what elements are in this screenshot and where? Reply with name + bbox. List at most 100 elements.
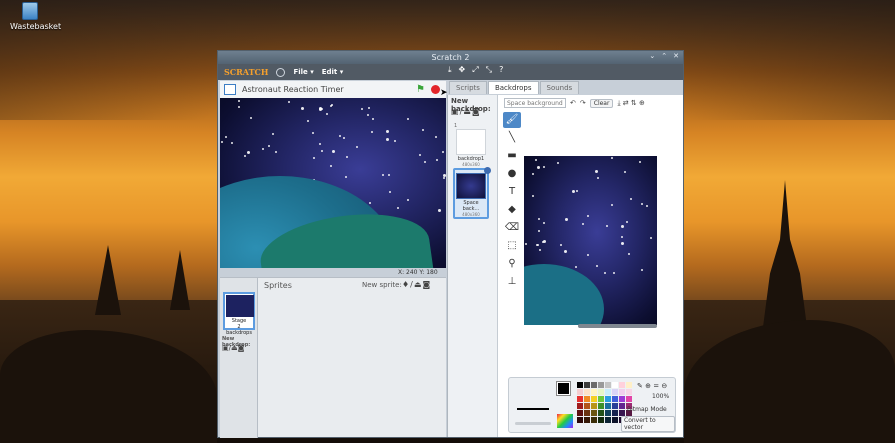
- palette-swatch[interactable]: [591, 389, 597, 395]
- palette-swatch[interactable]: [619, 382, 625, 388]
- sprite-library-icon[interactable]: ♦: [402, 280, 410, 289]
- clear-button[interactable]: Clear: [589, 98, 614, 108]
- palette-swatch[interactable]: [577, 382, 583, 388]
- palette-swatch[interactable]: [605, 389, 611, 395]
- shrink-icon[interactable]: ⤢: [472, 65, 478, 75]
- help-icon[interactable]: ?: [499, 65, 503, 75]
- palette-swatch[interactable]: [591, 410, 597, 416]
- canvas-scrollbar[interactable]: [578, 324, 657, 328]
- palette-swatch[interactable]: [584, 417, 590, 423]
- palette-swatch[interactable]: [612, 417, 618, 423]
- palette-swatch[interactable]: [605, 410, 611, 416]
- backdrop-item-selected[interactable]: Space back... 480x360: [453, 167, 491, 219]
- palette-swatch[interactable]: [577, 389, 583, 395]
- palette-swatch[interactable]: [591, 417, 597, 423]
- stage-thumbnail[interactable]: Stage 2 backdrops: [223, 292, 255, 336]
- minimize-icon[interactable]: ⌄: [649, 52, 655, 60]
- palette-swatch[interactable]: [598, 403, 604, 409]
- upload-icon[interactable]: ⏏: [231, 344, 238, 352]
- palette-swatch[interactable]: [584, 403, 590, 409]
- palette-swatch[interactable]: [612, 382, 618, 388]
- delete-icon[interactable]: ⤡: [486, 65, 492, 75]
- palette-swatch[interactable]: [619, 403, 625, 409]
- eyedropper-icon[interactable]: ✎: [637, 382, 643, 390]
- palette-swatch[interactable]: [626, 396, 632, 402]
- palette-swatch[interactable]: [591, 396, 597, 402]
- select-tool-icon[interactable]: ⬚: [503, 238, 521, 254]
- selected-color-swatch[interactable]: [557, 382, 570, 395]
- backdrop-name-input[interactable]: [504, 98, 566, 108]
- palette-swatch[interactable]: [577, 396, 583, 402]
- close-icon[interactable]: ✕: [673, 52, 679, 60]
- brush-tool-icon[interactable]: 🖌: [503, 112, 521, 128]
- undo-icon[interactable]: ↶: [570, 99, 576, 107]
- edit-menu[interactable]: Edit ▾: [322, 68, 344, 76]
- stage-size-toggle-icon[interactable]: [224, 84, 236, 95]
- palette-swatch[interactable]: [612, 396, 618, 402]
- palette-swatch[interactable]: [626, 382, 632, 388]
- scratch-logo[interactable]: SCRATCH: [224, 67, 268, 77]
- tab-backdrops[interactable]: Backdrops: [487, 81, 539, 94]
- file-menu[interactable]: File ▾: [293, 68, 313, 76]
- palette-swatch[interactable]: [619, 396, 625, 402]
- redo-icon[interactable]: ↷: [580, 99, 586, 107]
- zoom-in-icon[interactable]: ⊕: [645, 382, 651, 390]
- project-title[interactable]: Astronaut Reaction Timer: [242, 85, 410, 94]
- backdrop-camera-icon[interactable]: ◙: [472, 107, 481, 116]
- palette-swatch[interactable]: [598, 382, 604, 388]
- library-icon[interactable]: ▣: [222, 344, 229, 352]
- palette-swatch[interactable]: [577, 417, 583, 423]
- palette-swatch[interactable]: [584, 382, 590, 388]
- palette-swatch[interactable]: [591, 403, 597, 409]
- text-tool-icon[interactable]: T: [503, 184, 521, 200]
- grow-icon[interactable]: ✥: [459, 65, 466, 75]
- palette-swatch[interactable]: [598, 396, 604, 402]
- tab-scripts[interactable]: Scripts: [449, 81, 487, 94]
- palette-swatch[interactable]: [577, 410, 583, 416]
- window-titlebar[interactable]: Scratch 2 ⌄ ⌃ ✕: [218, 51, 683, 64]
- zoom-reset-icon[interactable]: =: [653, 382, 659, 390]
- palette-swatch[interactable]: [619, 389, 625, 395]
- palette-swatch[interactable]: [584, 396, 590, 402]
- palette-swatch[interactable]: [605, 382, 611, 388]
- green-flag-icon[interactable]: ⚑: [416, 84, 425, 95]
- brush-width-slider[interactable]: [515, 422, 551, 425]
- palette-swatch[interactable]: [612, 410, 618, 416]
- palette-swatch[interactable]: [591, 382, 597, 388]
- stage-canvas[interactable]: [220, 98, 446, 268]
- camera-icon[interactable]: ◙: [238, 344, 245, 352]
- stop-icon[interactable]: [431, 85, 440, 94]
- palette-swatch[interactable]: [612, 403, 618, 409]
- rectangle-tool-icon[interactable]: ▬: [503, 148, 521, 164]
- language-globe-icon[interactable]: [276, 67, 286, 77]
- paint-canvas[interactable]: [524, 156, 657, 325]
- palette-swatch[interactable]: [584, 410, 590, 416]
- ellipse-tool-icon[interactable]: ●: [503, 166, 521, 182]
- palette-swatch[interactable]: [598, 389, 604, 395]
- line-tool-icon[interactable]: ╲: [503, 130, 521, 146]
- delete-backdrop-icon[interactable]: [484, 167, 491, 174]
- backdrop-item[interactable]: 1 backdrop1 480x360: [453, 123, 489, 167]
- duplicate-icon[interactable]: ⤓: [448, 65, 452, 75]
- import-flip-icons[interactable]: ⤓ ⇄ ⇅ ⊕: [617, 99, 644, 108]
- sprite-camera-icon[interactable]: ◙: [422, 280, 431, 289]
- wastebasket-icon[interactable]: [22, 2, 38, 20]
- palette-swatch[interactable]: [605, 403, 611, 409]
- zoom-out-icon[interactable]: ⊖: [661, 382, 667, 390]
- stamp-tool-icon[interactable]: ⊥: [503, 274, 521, 290]
- palette-swatch[interactable]: [612, 389, 618, 395]
- palette-swatch[interactable]: [584, 389, 590, 395]
- fill-tool-icon[interactable]: ◆: [503, 202, 521, 218]
- backdrop-library-icon[interactable]: ▣: [451, 107, 460, 116]
- palette-swatch[interactable]: [598, 417, 604, 423]
- palette-swatch[interactable]: [626, 389, 632, 395]
- color-picker-gradient[interactable]: [557, 414, 573, 428]
- eraser-tool-icon[interactable]: ⌫: [503, 220, 521, 236]
- palette-swatch[interactable]: [605, 417, 611, 423]
- maximize-icon[interactable]: ⌃: [661, 52, 667, 60]
- palette-swatch[interactable]: [598, 410, 604, 416]
- palette-swatch[interactable]: [577, 403, 583, 409]
- palette-swatch[interactable]: [605, 396, 611, 402]
- backdrop-upload-icon[interactable]: ⏏: [463, 107, 472, 116]
- tab-sounds[interactable]: Sounds: [539, 81, 580, 94]
